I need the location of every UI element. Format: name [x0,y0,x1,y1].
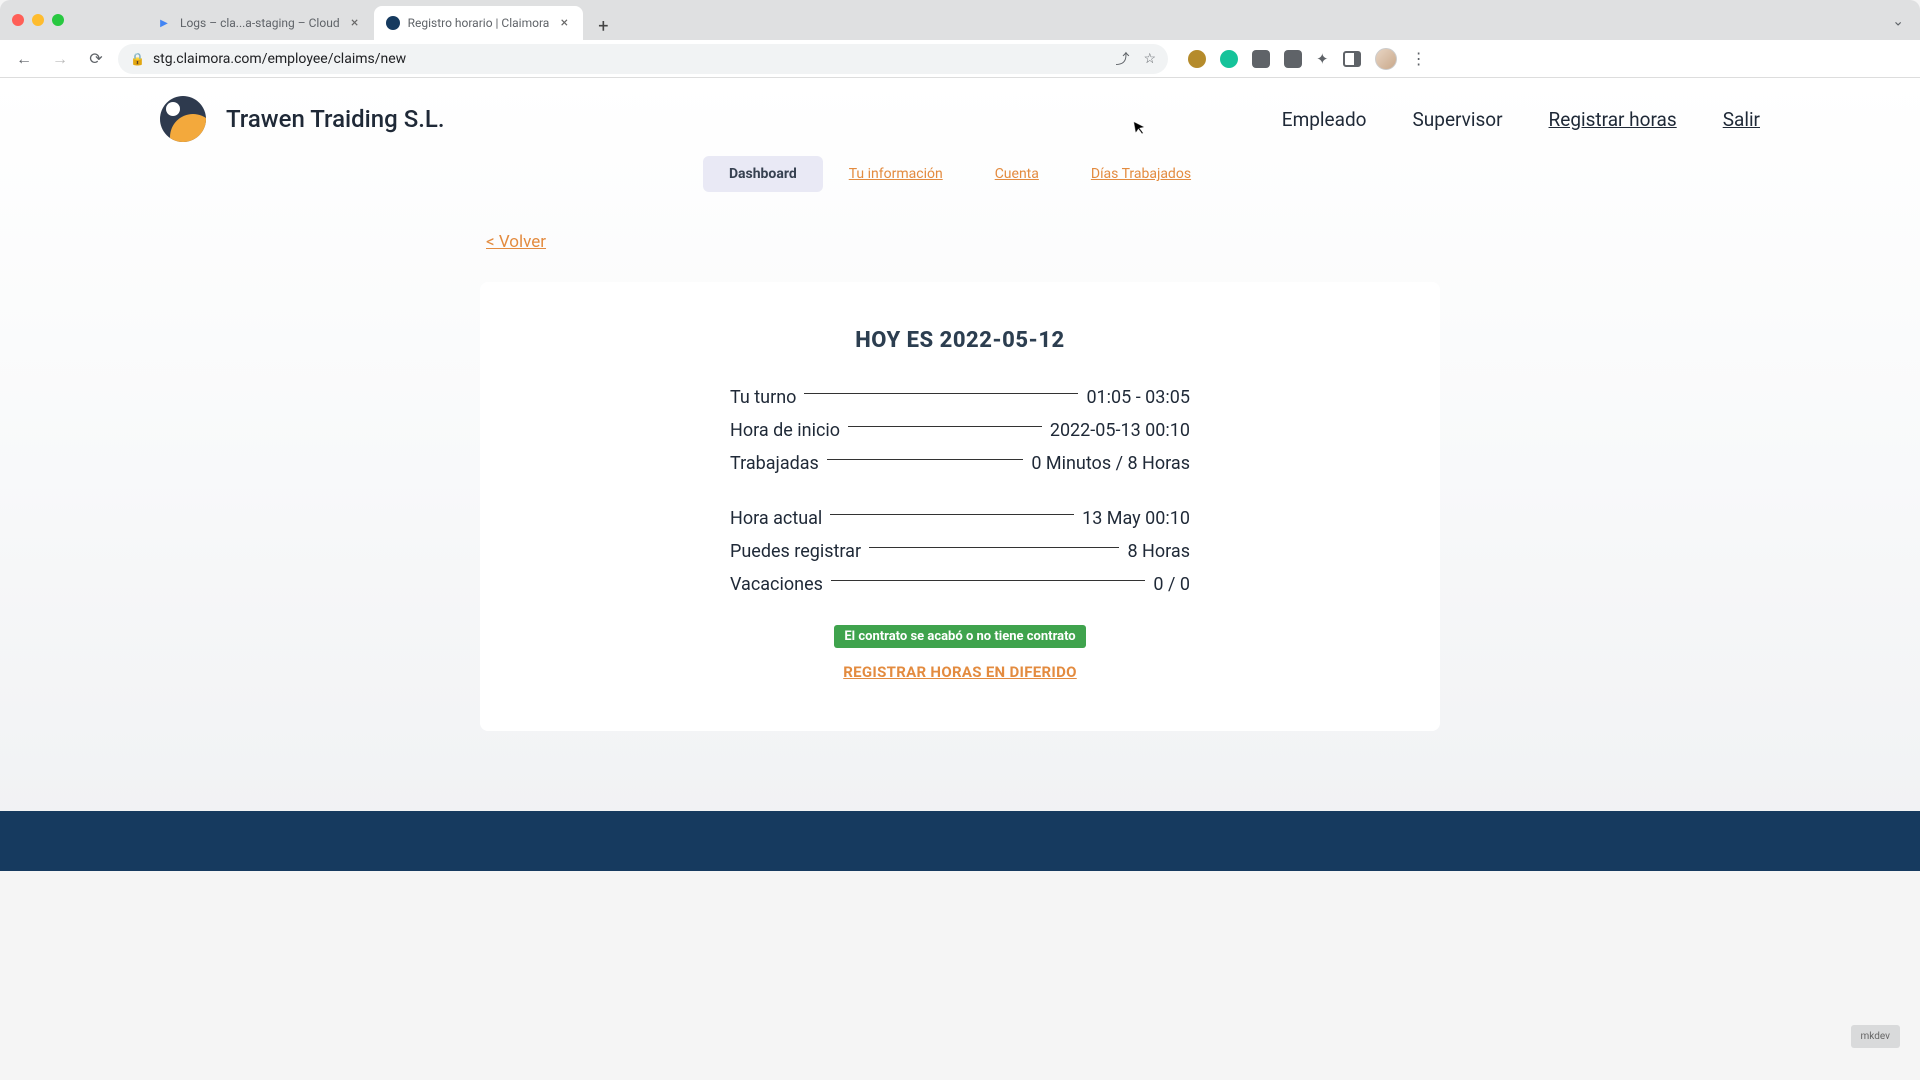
row-puedes-registrar: Puedes registrar 8 Horas [730,541,1190,562]
url-field[interactable]: 🔒 stg.claimora.com/employee/claims/new ⤴… [118,44,1168,74]
tab-title: Registro horario | Claimora [408,16,550,30]
tab-logs[interactable]: ▶ Logs – cla...a-staging – Cloud × [144,6,374,40]
contract-status-badge: El contrato se acabó o no tiene contrato [834,625,1085,648]
tab-overflow[interactable]: ⌄ [1892,11,1904,30]
forward-icon[interactable]: → [46,45,74,73]
extension-1-icon[interactable] [1188,50,1206,68]
subnav-dias-trabajados[interactable]: Días Trabajados [1065,156,1217,192]
extension-4-icon[interactable] [1284,50,1302,68]
extension-grammarly-icon[interactable] [1220,50,1238,68]
mkdev-chip[interactable]: mkdev [1851,1025,1900,1048]
close-window-icon[interactable] [12,14,24,26]
extensions-icon[interactable]: ✦ [1316,50,1329,68]
row-label: Hora de inicio [730,420,840,441]
close-tab-icon[interactable]: × [557,16,571,30]
row-label: Vacaciones [730,574,823,595]
tab-title: Logs – cla...a-staging – Cloud [180,16,340,30]
minimize-window-icon[interactable] [32,14,44,26]
row-divider [869,547,1119,548]
row-label: Hora actual [730,508,822,529]
extension-3-icon[interactable] [1252,50,1270,68]
close-tab-icon[interactable]: × [348,16,362,30]
row-value: 01:05 - 03:05 [1086,387,1190,408]
tab-claimora[interactable]: Registro horario | Claimora × [374,6,584,40]
nav-salir[interactable]: Salir [1723,108,1760,131]
new-tab-button[interactable]: + [589,12,617,40]
row-value: 2022-05-13 00:10 [1050,420,1190,441]
row-turno: Tu turno 01:05 - 03:05 [730,387,1190,408]
subnav-tu-informacion[interactable]: Tu información [823,156,969,192]
nav-registrar-horas[interactable]: Registrar horas [1549,108,1677,131]
summary-card: HOY ES 2022-05-12 Tu turno 01:05 - 03:05… [480,282,1440,731]
row-vacaciones: Vacaciones 0 / 0 [730,574,1190,595]
row-divider [804,393,1078,394]
nav-empleado[interactable]: Empleado [1282,108,1367,131]
page-body: Trawen Traiding S.L. Empleado Supervisor… [0,78,1920,871]
chrome-menu-icon[interactable]: ⋮ [1411,49,1427,68]
side-panel-icon[interactable] [1343,51,1361,67]
lock-icon: 🔒 [130,52,145,66]
reload-icon[interactable]: ⟳ [82,45,110,73]
company-name: Trawen Traiding S.L. [226,105,445,133]
row-label: Puedes registrar [730,541,861,562]
site-header: Trawen Traiding S.L. Empleado Supervisor… [0,78,1920,150]
maximize-window-icon[interactable] [52,14,64,26]
row-trabajadas: Trabajadas 0 Minutos / 8 Horas [730,453,1190,474]
row-divider [848,426,1042,427]
subnav-dashboard[interactable]: Dashboard [703,156,823,192]
favicon-claimora [386,16,400,30]
card-heading: HOY ES 2022-05-12 [560,328,1360,353]
profile-avatar[interactable] [1375,48,1397,70]
info-rows: Tu turno 01:05 - 03:05 Hora de inicio 20… [730,387,1190,595]
row-label: Trabajadas [730,453,819,474]
subnav-cuenta[interactable]: Cuenta [969,156,1065,192]
star-icon[interactable]: ☆ [1143,51,1156,67]
window-controls [12,14,64,26]
row-value: 13 May 00:10 [1082,508,1190,529]
main-container: < Volver HOY ES 2022-05-12 Tu turno 01:0… [460,232,1460,771]
row-value: 8 Horas [1127,541,1190,562]
row-value: 0 Minutos / 8 Horas [1031,453,1190,474]
browser-tab-strip: ▶ Logs – cla...a-staging – Cloud × Regis… [0,0,1920,40]
main-nav: Empleado Supervisor Registrar horas Sali… [1282,108,1760,131]
toolbar-extensions: ✦ ⋮ [1188,48,1427,70]
company-logo[interactable] [160,96,206,142]
site-footer [0,811,1920,871]
back-link[interactable]: < Volver [486,232,546,252]
row-divider [827,459,1023,460]
sub-nav: Dashboard Tu información Cuenta Días Tra… [0,156,1920,192]
row-value: 0 / 0 [1153,574,1190,595]
back-icon[interactable]: ← [10,45,38,73]
url-text: stg.claimora.com/employee/claims/new [153,51,406,67]
tab-list: ▶ Logs – cla...a-staging – Cloud × Regis… [144,0,617,40]
register-deferred-link[interactable]: REGISTRAR HORAS EN DIFERIDO [843,663,1077,681]
row-hora-inicio: Hora de inicio 2022-05-13 00:10 [730,420,1190,441]
row-divider [831,580,1146,581]
share-icon[interactable]: ⤴ [1115,49,1129,69]
address-bar: ← → ⟳ 🔒 stg.claimora.com/employee/claims… [0,40,1920,78]
row-divider [830,514,1074,515]
favicon-gcloud: ▶ [156,15,172,31]
row-hora-actual: Hora actual 13 May 00:10 [730,508,1190,529]
row-label: Tu turno [730,387,796,408]
nav-supervisor[interactable]: Supervisor [1413,108,1503,131]
